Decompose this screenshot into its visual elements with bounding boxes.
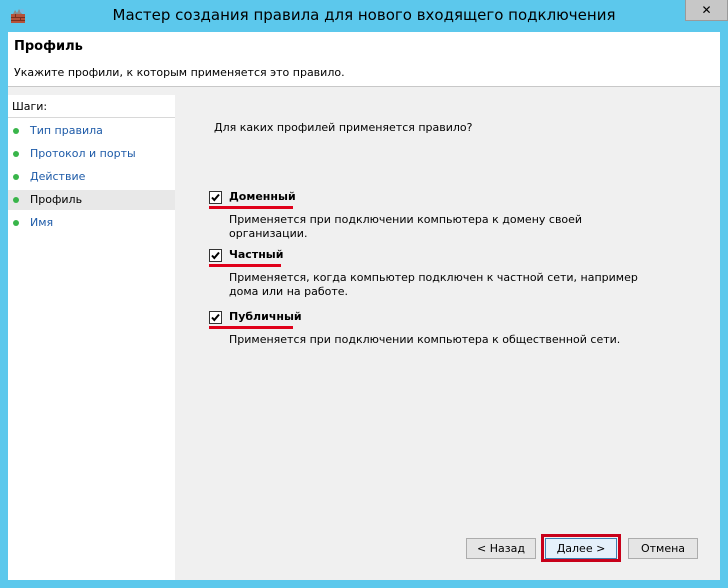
- checkmark-icon: [211, 193, 220, 202]
- step-item-action[interactable]: Действие: [8, 167, 175, 187]
- step-item-name[interactable]: Имя: [8, 213, 175, 233]
- step-item-protocol-ports[interactable]: Протокол и порты: [8, 144, 175, 164]
- private-checkbox[interactable]: [209, 249, 222, 262]
- step-dot-icon: [13, 151, 19, 157]
- highlight-underline: [209, 206, 293, 209]
- step-dot-icon: [13, 128, 19, 134]
- wizard-window: Мастер создания правила для нового входя…: [0, 0, 728, 588]
- domain-checkbox[interactable]: [209, 191, 222, 204]
- step-dot-icon: [13, 174, 19, 180]
- page-title: Профиль: [14, 39, 83, 54]
- private-label[interactable]: Частный: [229, 248, 283, 261]
- content-panel: Для каких профилей применяется правило? …: [184, 95, 720, 580]
- profiles-question: Для каких профилей применяется правило?: [214, 121, 473, 134]
- public-label[interactable]: Публичный: [229, 310, 302, 323]
- private-description: Применяется, когда компьютер подключен к…: [229, 271, 638, 298]
- close-icon: ✕: [701, 3, 712, 17]
- step-label: Тип правила: [30, 124, 103, 137]
- step-item-rule-type[interactable]: Тип правила: [8, 121, 175, 141]
- wizard-client-area: Профиль Укажите профили, к которым приме…: [8, 32, 720, 580]
- steps-divider: [8, 117, 175, 118]
- steps-title: Шаги:: [12, 100, 48, 113]
- back-button[interactable]: < Назад: [466, 538, 536, 559]
- domain-label[interactable]: Доменный: [229, 190, 296, 203]
- step-label: Протокол и порты: [30, 147, 136, 160]
- cancel-button[interactable]: Отмена: [628, 538, 698, 559]
- steps-panel: Шаги: Тип правила Протокол и порты Дейст…: [8, 95, 175, 580]
- highlight-underline: [209, 326, 293, 329]
- wizard-header: Профиль Укажите профили, к которым приме…: [8, 32, 720, 87]
- domain-description: Применяется при подключении компьютера к…: [229, 213, 583, 240]
- highlight-underline: [209, 264, 281, 267]
- step-label: Профиль: [30, 193, 83, 206]
- step-label: Имя: [30, 216, 54, 229]
- public-checkbox[interactable]: [209, 311, 222, 324]
- step-label: Действие: [30, 170, 86, 183]
- step-dot-icon: [13, 220, 19, 226]
- step-item-profile[interactable]: Профиль: [8, 190, 175, 210]
- checkmark-icon: [211, 313, 220, 322]
- window-title: Мастер создания правила для нового входя…: [112, 6, 616, 24]
- checkmark-icon: [211, 251, 220, 260]
- page-subtitle: Укажите профили, к которым применяется э…: [14, 66, 345, 79]
- title-bar[interactable]: Мастер создания правила для нового входя…: [0, 0, 728, 32]
- close-button[interactable]: ✕: [685, 0, 728, 21]
- public-description: Применяется при подключении компьютера к…: [229, 333, 621, 346]
- next-button[interactable]: Далее >: [545, 538, 617, 559]
- step-dot-icon: [13, 197, 19, 203]
